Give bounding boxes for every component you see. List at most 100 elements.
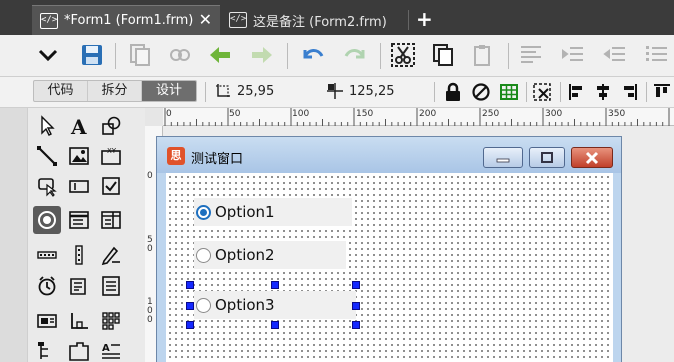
ruler-label: 0 (147, 171, 153, 181)
image-tool-icon[interactable] (65, 142, 93, 170)
document-tool-icon[interactable] (65, 272, 93, 300)
ruler-label: 150 (356, 109, 374, 119)
ruler-label: 350 (608, 109, 626, 119)
svg-text:A: A (102, 343, 110, 354)
view-split-button[interactable]: 拆分 (88, 81, 142, 101)
viewbar-divider (646, 82, 647, 102)
control-toolbox: A XY A (0, 108, 145, 362)
tab-form1-label: *Form1 (Form1.frm) (64, 13, 194, 28)
align-top-icon[interactable] (651, 81, 673, 103)
resize-handle-n[interactable] (271, 281, 279, 289)
ruler-label: 300 (545, 109, 563, 119)
outdent-icon[interactable] (600, 40, 630, 70)
tab-control-tool-icon[interactable] (65, 337, 93, 362)
undo-icon[interactable] (298, 40, 328, 70)
minimize-button[interactable] (483, 147, 523, 168)
maximize-icon (541, 151, 553, 163)
shape-tool-icon[interactable] (97, 112, 125, 140)
code-file-icon: </> (40, 12, 58, 29)
close-button[interactable] (571, 147, 613, 168)
close-icon (585, 151, 599, 164)
svg-text:A: A (70, 115, 87, 137)
tab-divider (408, 10, 409, 30)
tab-form2[interactable]: </> 这是备注 (Form2.frm) (221, 5, 402, 35)
resize-handle-nw[interactable] (186, 281, 194, 289)
grid-icon[interactable] (498, 81, 520, 103)
rich-text-tool-icon[interactable]: A (97, 337, 125, 362)
resize-handle-s[interactable] (271, 321, 279, 329)
option2-radio[interactable]: Option2 (194, 241, 346, 269)
radio-unchecked-icon (196, 297, 211, 313)
frame-tool-icon[interactable]: XY (97, 142, 125, 170)
resize-handle-ne[interactable] (352, 281, 360, 289)
memo-tool-icon[interactable] (97, 272, 125, 300)
cut-icon[interactable] (388, 40, 418, 70)
listbox-tool-icon[interactable] (65, 206, 93, 234)
tree-tool-icon[interactable] (33, 337, 61, 362)
ruler-label: 100 (292, 109, 310, 119)
checkbox-tool-icon[interactable] (97, 172, 125, 200)
align-center-icon[interactable] (592, 81, 614, 103)
align-text-icon[interactable] (516, 40, 546, 70)
paste-icon[interactable] (468, 40, 498, 70)
view-code-button[interactable]: 代码 (34, 81, 88, 101)
media-tool-icon[interactable] (33, 307, 61, 335)
tab-form1[interactable]: </> *Form1 (Form1.frm) ✕ (32, 5, 220, 35)
resize-handle-w[interactable] (186, 302, 194, 310)
grid-list-tool-icon[interactable] (97, 206, 125, 234)
pen-tool-icon[interactable] (97, 241, 125, 269)
radio-tool-icon[interactable] (33, 206, 61, 234)
copy-icon[interactable] (428, 40, 458, 70)
textbox-tool-icon[interactable] (65, 172, 93, 200)
option3-label: Option3 (215, 296, 275, 314)
radio-checked-icon (196, 204, 211, 220)
slider-tool-icon[interactable] (33, 241, 61, 269)
ruler-label: 250 (482, 109, 500, 119)
axis-tool-icon[interactable] (65, 307, 93, 335)
resize-handle-se[interactable] (352, 321, 360, 329)
pointer-tool-icon[interactable] (33, 112, 61, 140)
resize-handle-e[interactable] (352, 302, 360, 310)
prohibit-icon[interactable] (470, 81, 492, 103)
maximize-button[interactable] (529, 147, 565, 168)
radio-unchecked-icon (196, 247, 211, 263)
timer-tool-icon[interactable] (33, 272, 61, 300)
resize-handle-sw[interactable] (186, 321, 194, 329)
close-tab-icon[interactable]: ✕ (199, 11, 212, 29)
new-tab-button[interactable]: + (416, 7, 433, 31)
lock-icon[interactable] (442, 81, 464, 103)
grid-tool-icon[interactable] (97, 307, 125, 335)
vertical-slider-tool-icon[interactable] (65, 241, 93, 269)
viewbar-divider (560, 82, 561, 102)
link-icon[interactable] (165, 40, 195, 70)
back-arrow-icon[interactable] (205, 40, 235, 70)
option2-label: Option2 (215, 246, 275, 264)
chevron-down-icon[interactable] (33, 40, 63, 70)
code-file-icon: </> (229, 12, 247, 28)
indent-icon[interactable] (558, 40, 588, 70)
save-icon[interactable] (77, 40, 107, 70)
view-mode-switch: 代码 拆分 设计 (33, 80, 197, 102)
button-tool-icon[interactable] (33, 172, 61, 200)
size-readout: 125,25 (326, 82, 395, 100)
delete-control-icon[interactable] (531, 81, 553, 103)
form-title-bar[interactable]: 思 测试窗口 (157, 137, 621, 173)
copy-page-icon[interactable] (125, 40, 155, 70)
line-tool-icon[interactable] (33, 142, 61, 170)
option3-radio[interactable]: Option3 (194, 291, 356, 319)
option1-radio[interactable]: Option1 (194, 198, 352, 226)
view-design-button[interactable]: 设计 (142, 81, 196, 101)
svg-text:XY: XY (107, 147, 117, 155)
main-toolbar (0, 35, 674, 77)
position-value: 25,95 (237, 83, 275, 99)
align-right-icon[interactable] (618, 81, 640, 103)
forward-arrow-icon[interactable] (247, 40, 277, 70)
size-icon (327, 83, 343, 99)
ruler-label: 50 (229, 109, 241, 119)
align-left-icon[interactable] (566, 81, 588, 103)
option1-label: Option1 (215, 203, 275, 221)
ruler-label: 5 0 (147, 235, 153, 254)
label-tool-icon[interactable]: A (65, 112, 93, 140)
redo-icon[interactable] (340, 40, 370, 70)
list-icon[interactable] (642, 40, 672, 70)
